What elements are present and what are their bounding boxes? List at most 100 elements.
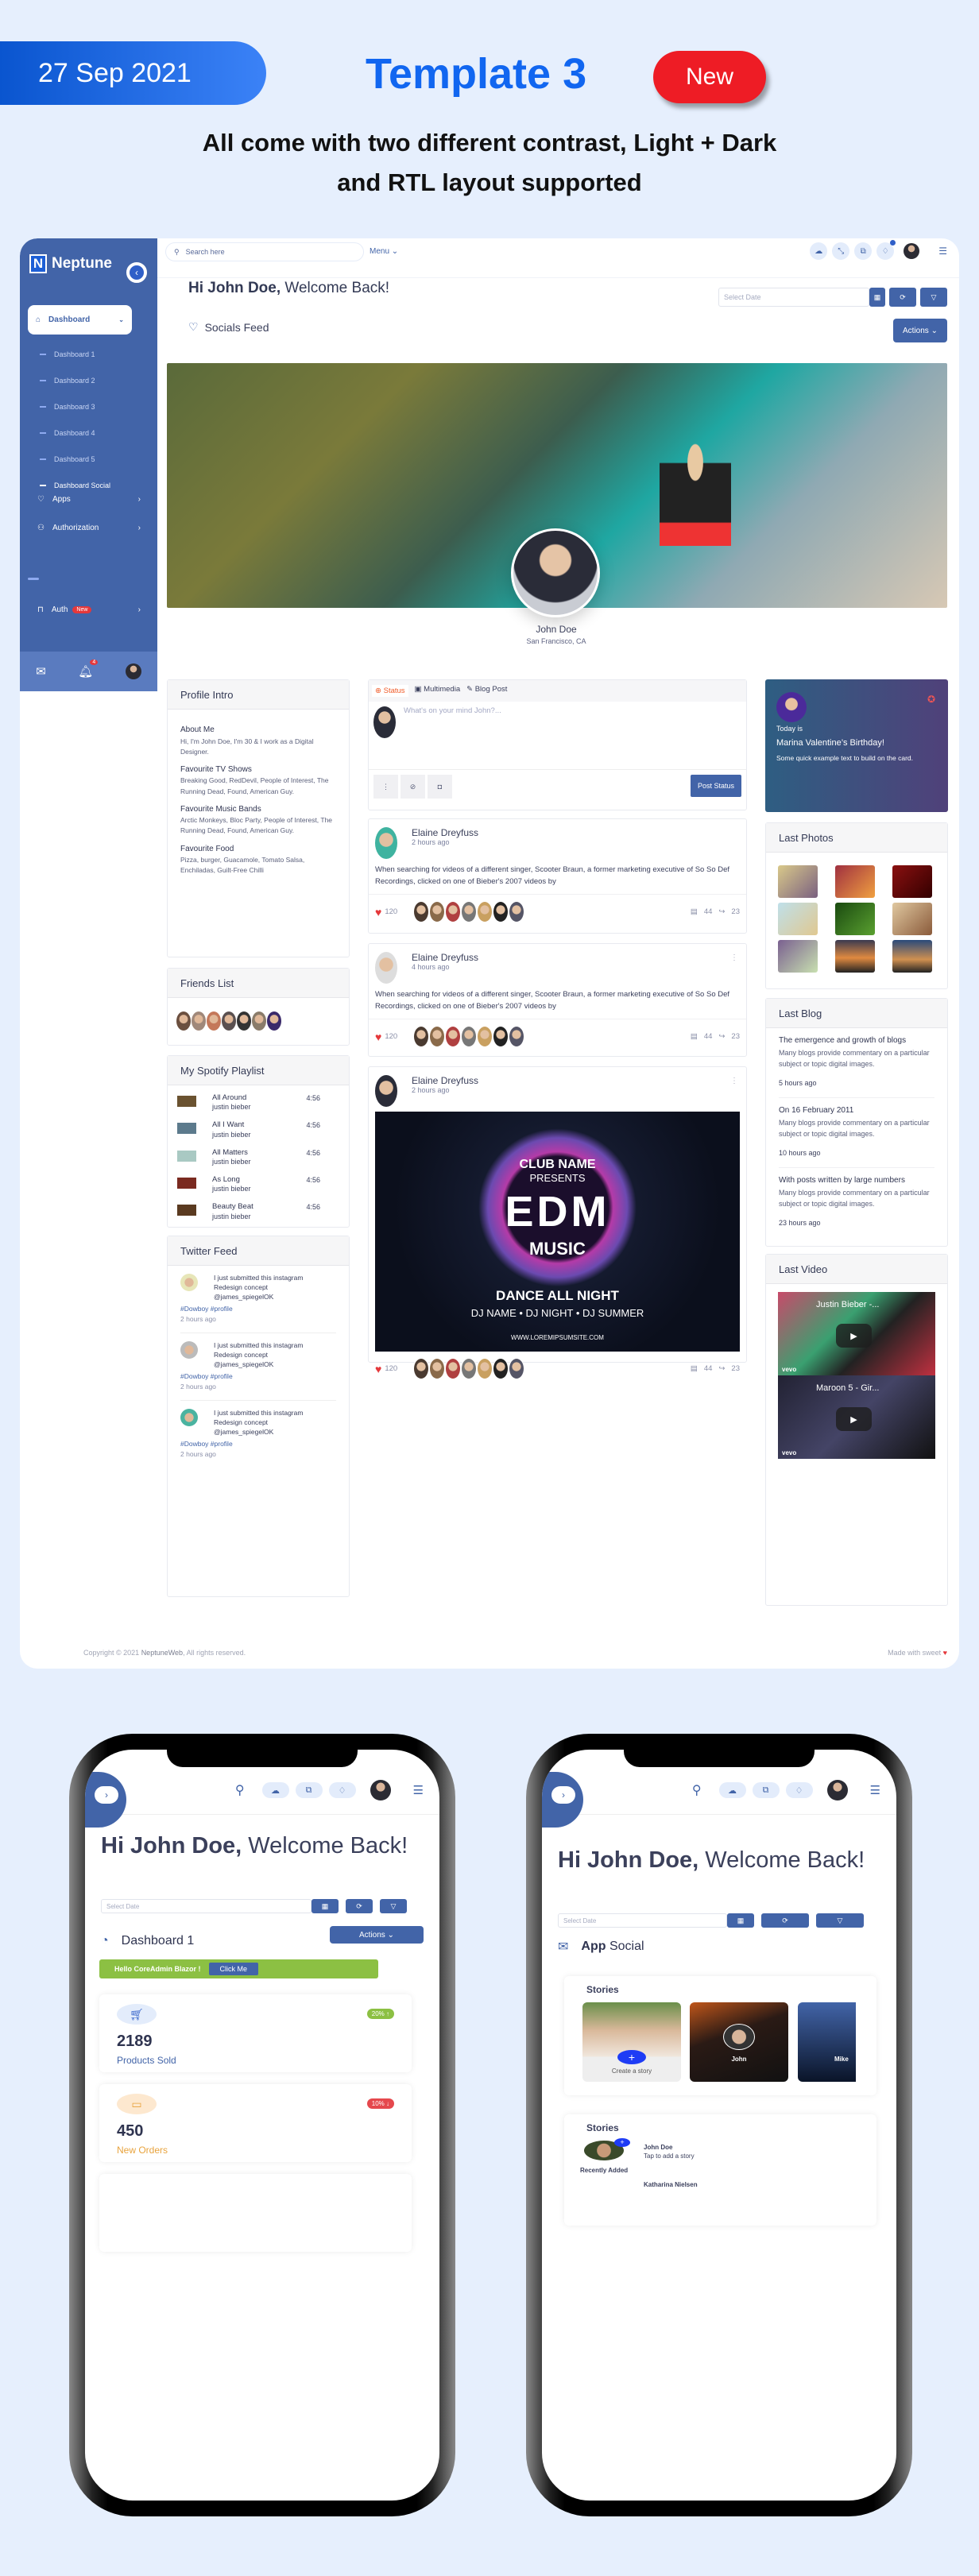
calendar-button[interactable]: ▦ (727, 1913, 754, 1928)
comment-icon[interactable]: ▤ (691, 1032, 698, 1041)
tweet-hashtags[interactable]: #Dowboy #profile (180, 1371, 336, 1382)
author-avatar[interactable] (375, 952, 397, 984)
photo-thumbnail[interactable] (835, 903, 875, 935)
more-icon[interactable]: ⋮ (373, 775, 398, 799)
liker-avatar[interactable] (509, 901, 525, 923)
status-textarea[interactable]: What's on your mind John?... (369, 702, 746, 770)
playlist-item[interactable]: All Around justin bieber 4:56 (177, 1093, 336, 1113)
author-avatar[interactable] (375, 827, 397, 859)
liker-avatar[interactable] (413, 1026, 430, 1048)
comment-icon[interactable]: ▤ (691, 907, 698, 916)
photo-thumbnail[interactable] (778, 903, 818, 935)
share-icon[interactable]: ↪ (718, 1364, 725, 1373)
attachment-icon[interactable]: ⊘ (400, 775, 425, 799)
liker-avatar[interactable] (429, 1358, 446, 1379)
story-card[interactable]: John (690, 2002, 788, 2082)
actions-button[interactable]: Actions ⌄ (330, 1926, 424, 1944)
bell-icon[interactable]: ♢ (785, 1782, 813, 1798)
liker-avatar[interactable] (477, 1026, 493, 1048)
liker-avatar[interactable] (509, 1358, 525, 1379)
playlist-item[interactable]: All Matters justin bieber 4:56 (177, 1148, 336, 1168)
add-story-hint[interactable]: Tap to add a story (644, 2152, 695, 2160)
sidebar-item-apps[interactable]: ♡ Apps › (37, 495, 141, 504)
liker-avatar[interactable] (445, 1358, 462, 1379)
photo-thumbnail[interactable] (835, 940, 875, 973)
brand-logo[interactable]: N Neptune (29, 254, 112, 273)
settings-sliders-icon[interactable]: ☰ (413, 1783, 424, 1797)
liker-avatar[interactable] (509, 1026, 525, 1048)
post-image[interactable]: CLUB NAME PRESENTS EDM MUSIC DANCE ALL NIGHT… (375, 1112, 740, 1352)
camera-icon[interactable]: ◘ (428, 775, 452, 799)
fullscreen-icon[interactable]: ⤡ (832, 242, 850, 260)
tab-blog-post[interactable]: ✎ Blog Post (466, 685, 507, 697)
tab-multimedia[interactable]: ▣ Multimedia (415, 685, 461, 697)
friend-avatar[interactable] (251, 1011, 267, 1031)
tweet-avatar[interactable] (180, 1341, 198, 1360)
author-name[interactable]: Elaine Dreyfuss (412, 1075, 478, 1086)
story-card[interactable]: Mike (798, 2002, 856, 2082)
author-name[interactable]: Elaine Dreyfuss (412, 952, 478, 963)
friend-avatar[interactable] (206, 1011, 222, 1031)
liker-avatar[interactable] (493, 901, 509, 923)
tweet-hashtags[interactable]: #Dowboy #profile (180, 1304, 336, 1314)
bell-icon[interactable]: 🔔︎ 4 (78, 659, 99, 679)
liker-avatar[interactable] (429, 1026, 446, 1048)
video-thumbnail[interactable]: Justin Bieber -... ▶ vevo (778, 1292, 935, 1375)
play-button-icon[interactable]: ▶ (836, 1324, 872, 1348)
liker-avatar[interactable] (461, 1026, 478, 1048)
play-button-icon[interactable]: ▶ (836, 1407, 872, 1431)
collapse-sidebar-button[interactable]: ‹ (126, 262, 147, 283)
sidebar-subitem[interactable]: Dashboard Social (40, 482, 110, 489)
bell-icon[interactable]: ♢ (328, 1782, 356, 1798)
create-story-card[interactable]: + Create a story (582, 2002, 681, 2082)
share-icon[interactable]: ↪ (718, 1032, 725, 1041)
sidebar-subitem[interactable]: Dashboard 3 (40, 403, 95, 411)
date-input[interactable]: Select Date (101, 1899, 312, 1913)
liker-avatar[interactable] (413, 901, 430, 923)
calendar-button[interactable]: ▦ (312, 1899, 339, 1913)
liker-avatar[interactable] (477, 901, 493, 923)
friend-avatar[interactable] (176, 1011, 192, 1031)
filter-button[interactable]: ▽ (816, 1913, 864, 1928)
mail-icon[interactable]: ✉ (36, 664, 46, 679)
liker-avatar[interactable] (461, 1358, 478, 1379)
friend-avatar[interactable] (221, 1011, 237, 1031)
photo-thumbnail[interactable] (892, 940, 932, 973)
liker-avatar[interactable] (493, 1026, 509, 1048)
friend-avatar[interactable] (236, 1011, 252, 1031)
bell-icon[interactable]: ♢ (876, 240, 896, 260)
filter-button[interactable]: ▽ (380, 1899, 407, 1913)
liker-avatar[interactable] (461, 901, 478, 923)
translate-icon[interactable]: ⧉ (295, 1782, 323, 1798)
tweet-hashtags[interactable]: #Dowboy #profile (180, 1439, 336, 1449)
more-options-icon[interactable]: ⋮ (730, 1077, 738, 1085)
recent-story-name[interactable]: Katharina Nielsen (644, 2181, 698, 2188)
liker-avatar[interactable] (445, 901, 462, 923)
sidebar-item-dashboard[interactable]: ⌂ Dashboard ⌄ (28, 305, 132, 335)
heart-icon[interactable]: ♥ (375, 1031, 381, 1043)
calendar-button[interactable]: ▦ (869, 288, 885, 307)
sidebar-subitem[interactable]: Dashboard 5 (40, 455, 95, 463)
search-icon[interactable]: ⚲ (692, 1782, 702, 1798)
photo-thumbnail[interactable] (892, 865, 932, 898)
refresh-button[interactable]: ⟳ (761, 1913, 809, 1928)
sidebar-item-authorization[interactable]: ⚇ Authorization › (37, 524, 141, 532)
settings-sliders-icon[interactable]: ☰ (938, 246, 947, 257)
refresh-button[interactable]: ⟳ (346, 1899, 373, 1913)
video-thumbnail[interactable]: Maroon 5 - Gir... ▶ vevo (778, 1375, 935, 1459)
user-avatar[interactable] (904, 243, 920, 259)
share-icon[interactable]: ↪ (718, 907, 725, 916)
date-input[interactable]: Select Date (558, 1913, 727, 1928)
liker-avatar[interactable] (493, 1358, 509, 1379)
photo-thumbnail[interactable] (892, 903, 932, 935)
photo-thumbnail[interactable] (778, 940, 818, 973)
theme-icon[interactable]: ☁ (261, 1782, 289, 1798)
refresh-button[interactable]: ⟳ (889, 288, 916, 307)
liker-avatar[interactable] (477, 1358, 493, 1379)
liker-avatar[interactable] (413, 1358, 430, 1379)
date-input[interactable]: Select Date (718, 288, 869, 307)
friend-avatar[interactable] (266, 1011, 282, 1031)
photo-thumbnail[interactable] (778, 865, 818, 898)
actions-button[interactable]: Actions ⌄ (893, 319, 947, 342)
filter-button[interactable]: ▽ (920, 288, 947, 307)
